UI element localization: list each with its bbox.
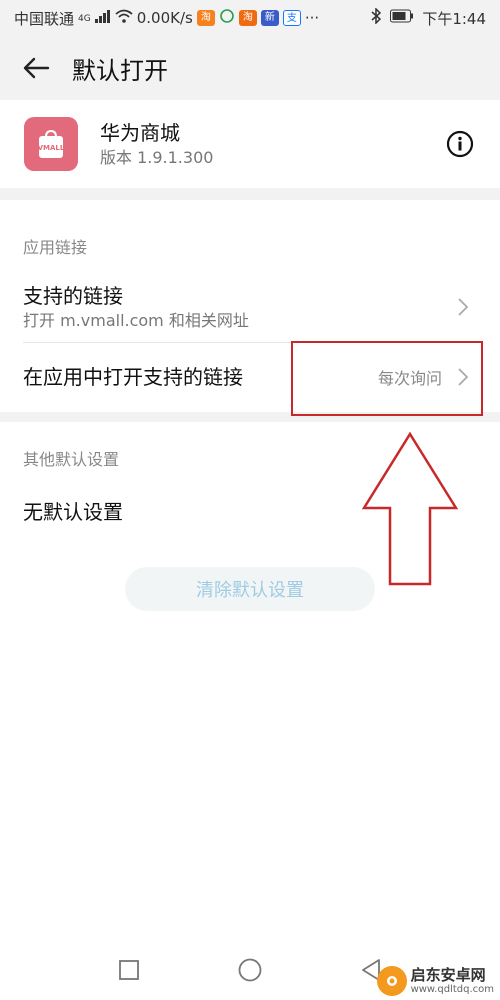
more-dots-icon: ···	[304, 9, 320, 27]
app-info-button[interactable]	[420, 100, 500, 188]
supported-links-title: 支持的链接	[23, 284, 123, 308]
app-name: 华为商城	[100, 121, 180, 145]
watermark: 启东安卓网 www.qdltdq.com	[376, 966, 494, 996]
app-card: VMALL 华为商城 版本 1.9.1.300	[0, 100, 500, 188]
chat-icon	[219, 8, 235, 28]
vmall-app-icon: VMALL	[24, 117, 78, 171]
recents-square-icon[interactable]	[118, 959, 140, 985]
home-circle-icon[interactable]	[237, 957, 263, 987]
watermark-logo-icon	[376, 966, 407, 996]
signal-icon	[94, 9, 111, 27]
wifi-icon	[115, 9, 133, 27]
network-speed: 0.00K/s	[136, 9, 193, 27]
watermark-name: 启东安卓网	[410, 966, 486, 984]
section-header-app-links: 应用链接	[23, 238, 88, 257]
back-button[interactable]	[0, 36, 72, 100]
highlight-annotation-box	[291, 341, 483, 416]
shopping-app-icon: 淘	[238, 10, 257, 26]
supported-links-row[interactable]: 支持的链接 打开 m.vmall.com 和相关网址	[0, 275, 500, 339]
back-arrow-icon	[23, 57, 50, 79]
clear-defaults-button[interactable]: 清除默认设置	[125, 567, 375, 611]
watermark-url: www.qdltdq.com	[410, 984, 494, 995]
vmall-logo-text: VMALL	[38, 144, 65, 152]
title-bar: 默认打开	[0, 36, 500, 100]
battery-icon	[390, 9, 414, 27]
page-title: 默认打开	[72, 56, 168, 85]
news-app-icon: 新	[260, 10, 279, 26]
chevron-right-icon	[450, 298, 476, 316]
app-version: 版本 1.9.1.300	[100, 148, 214, 167]
clock: 下午1:44	[422, 9, 486, 28]
network-type: 4G	[78, 13, 91, 24]
carrier-label: 中国联通	[14, 9, 75, 28]
taobao-app-icon: 淘	[196, 10, 215, 26]
up-arrow-annotation-icon	[362, 432, 458, 586]
info-icon	[446, 130, 474, 158]
bluetooth-icon	[370, 7, 382, 28]
status-bar: 中国联通 4G 0.00K/s 淘 淘 新 支 ··· 下午1:44	[0, 0, 500, 36]
section-header-other-defaults: 其他默认设置	[23, 450, 120, 469]
supported-links-subtitle: 打开 m.vmall.com 和相关网址	[23, 311, 249, 330]
alipay-app-icon: 支	[282, 10, 301, 26]
